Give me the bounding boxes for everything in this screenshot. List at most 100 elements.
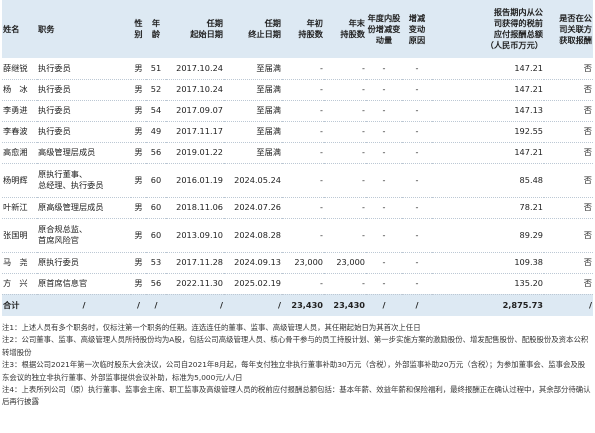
cell-age: 52 xyxy=(150,84,162,94)
header-term-start: 任期 起始日期 xyxy=(166,0,224,58)
cell-related-party-pay: 否 xyxy=(583,105,592,115)
cell-shares-end: - xyxy=(362,105,365,115)
cell-change-reason: - xyxy=(415,229,419,240)
cell-change-reason: - xyxy=(415,202,419,212)
cell-compensation: 135.20 xyxy=(514,278,543,288)
cell-term-start: 2016.01.19 xyxy=(176,174,223,185)
header-compensation: 报告期内从公 司获得的税前 应付报酬总额 （人民币万元） xyxy=(432,0,544,58)
cell-share-change: - xyxy=(382,257,386,267)
cell-term-start: 2017.11.17 xyxy=(176,126,223,136)
cell-compensation: 109.38 xyxy=(514,257,543,267)
footnote-1: 注1：上述人员有多个职务时，仅标注第一个职务的任期。连选连任的董事、监事、高级管… xyxy=(2,323,421,332)
cell-related-party-pay: 否 xyxy=(583,278,592,288)
total-age: / xyxy=(154,299,158,310)
table-row: 薛继锐 执行委员 男 51 2017.10.24 至届满 - - - - 147… xyxy=(2,58,593,79)
cell-shares-begin: - xyxy=(320,147,323,157)
cell-gender: 男 xyxy=(134,202,143,212)
cell-shares-begin: - xyxy=(320,62,323,73)
directors-compensation-table: 姓名 职务 性别 年龄 任期 起始日期 任期 终止日期 年初 持股数 年末 持股数 年度… xyxy=(2,0,593,316)
cell-name: 高愈湘 xyxy=(3,147,28,157)
header-shares-begin: 年初 持股数 xyxy=(282,0,324,58)
cell-related-party-pay: 否 xyxy=(583,126,592,136)
cell-term-end: 至届满 xyxy=(256,126,281,136)
cell-share-change: - xyxy=(382,174,386,185)
cell-shares-begin: - xyxy=(320,174,323,185)
total-position: / xyxy=(82,299,86,310)
cell-position: 原执行董事、 总经理、执行委员 xyxy=(38,169,104,190)
cell-position: 原首席信息官 xyxy=(38,278,88,288)
header-position: 职务 xyxy=(37,0,131,58)
header-shares-end: 年末 持股数 xyxy=(324,0,366,58)
cell-change-reason: - xyxy=(415,278,419,288)
cell-name: 杨明辉 xyxy=(3,174,28,185)
cell-compensation: 78.21 xyxy=(519,202,543,212)
cell-change-reason: - xyxy=(415,126,419,136)
table-row: 张国明 原合规总监、 首席风险官 男 60 2013.09.10 2024.08.… xyxy=(2,218,593,252)
cell-shares-begin: 23,000 xyxy=(294,257,323,267)
cell-gender: 男 xyxy=(134,84,143,94)
cell-term-end: 至届满 xyxy=(256,147,281,157)
cell-compensation: 192.55 xyxy=(514,126,543,136)
cell-position: 原执行委员 xyxy=(38,257,79,267)
cell-term-end: 2024.09.13 xyxy=(234,257,281,267)
cell-related-party-pay: 否 xyxy=(583,202,592,212)
cell-shares-end: - xyxy=(362,202,365,212)
cell-change-reason: - xyxy=(415,62,419,73)
cell-term-end: 2024.05.24 xyxy=(234,174,281,185)
cell-name: 马 尧 xyxy=(3,257,28,267)
header-term-end: 任期 终止日期 xyxy=(224,0,282,58)
cell-compensation: 147.21 xyxy=(514,147,543,157)
cell-shares-begin: - xyxy=(320,126,323,136)
cell-gender: 男 xyxy=(134,147,143,157)
cell-shares-begin: - xyxy=(320,229,323,240)
cell-related-party-pay: 否 xyxy=(583,229,592,240)
cell-gender: 男 xyxy=(134,105,143,115)
header-gender: 性别 xyxy=(131,0,146,58)
table-row: 高愈湘 高级管理层成员 男 56 2019.01.22 至届满 - - - - … xyxy=(2,142,593,163)
cell-shares-begin: - xyxy=(320,105,323,115)
cell-shares-end: - xyxy=(362,147,365,157)
cell-related-party-pay: 否 xyxy=(583,257,592,267)
cell-shares-end: - xyxy=(362,62,365,73)
cell-shares-end: - xyxy=(362,278,365,288)
table-row: 方 兴 原首席信息官 男 56 2022.11.30 2025.02.19 - … xyxy=(2,273,593,294)
cell-share-change: - xyxy=(382,62,386,73)
cell-age: 54 xyxy=(150,105,162,115)
footnote-3: 注3：根据公司2021年第一次临时股东大会决议，公司自2021年8月起，每年支付… xyxy=(2,360,586,382)
cell-change-reason: - xyxy=(415,105,419,115)
cell-position: 原合规总监、 首席风险官 xyxy=(38,224,88,245)
total-term-start: / xyxy=(220,299,223,310)
cell-term-end: 2025.02.19 xyxy=(234,278,281,288)
cell-name: 张国明 xyxy=(3,229,28,240)
footnote-2: 注2：公司董事、监事、高级管理人员所持股份均为A股，包括公司高级管理人员、核心骨… xyxy=(2,335,589,357)
cell-compensation: 147.13 xyxy=(514,105,543,115)
cell-age: 60 xyxy=(150,229,162,240)
cell-name: 薛继锐 xyxy=(3,62,28,73)
cell-term-end: 至届满 xyxy=(256,84,281,94)
cell-related-party-pay: 否 xyxy=(583,174,592,185)
cell-age: 56 xyxy=(150,147,162,157)
cell-shares-begin: - xyxy=(320,84,323,94)
cell-age: 56 xyxy=(150,278,162,288)
cell-age: 49 xyxy=(150,126,162,136)
cell-related-party-pay: 否 xyxy=(583,62,592,73)
cell-shares-end: - xyxy=(362,174,365,185)
table-header-row: 姓名 职务 性别 年龄 任期 起始日期 任期 终止日期 年初 持股数 年末 持股数 年度… xyxy=(2,0,593,58)
cell-gender: 男 xyxy=(134,62,143,73)
header-related-party-pay: 是否在公 司关联方 获取报酬 xyxy=(544,0,593,58)
cell-term-start: 2017.11.28 xyxy=(176,257,223,267)
cell-term-start: 2019.01.22 xyxy=(176,147,223,157)
cell-compensation: 89.29 xyxy=(519,229,543,240)
total-term-end: / xyxy=(278,299,281,310)
total-row: 合计 / / / / / 23,430 23,430 / / 2,875.73 … xyxy=(2,294,593,316)
cell-position: 原高级管理层成员 xyxy=(38,202,104,212)
cell-change-reason: - xyxy=(415,174,419,185)
cell-share-change: - xyxy=(382,105,386,115)
cell-gender: 男 xyxy=(134,126,143,136)
cell-term-end: 至届满 xyxy=(256,105,281,115)
table-row: 杨 冰 执行委员 男 52 2017.10.24 至届满 - - - - 147… xyxy=(2,79,593,100)
cell-shares-end: - xyxy=(362,84,365,94)
footnote-4: 注4：上表所列公司（原）执行董事、监事会主席、职工监事及高级管理人员的税前应付报… xyxy=(2,385,591,407)
cell-shares-begin: - xyxy=(320,202,323,212)
table-row: 杨明辉 原执行董事、 总经理、执行委员 男 60 2016.01.19 2024.… xyxy=(2,163,593,197)
